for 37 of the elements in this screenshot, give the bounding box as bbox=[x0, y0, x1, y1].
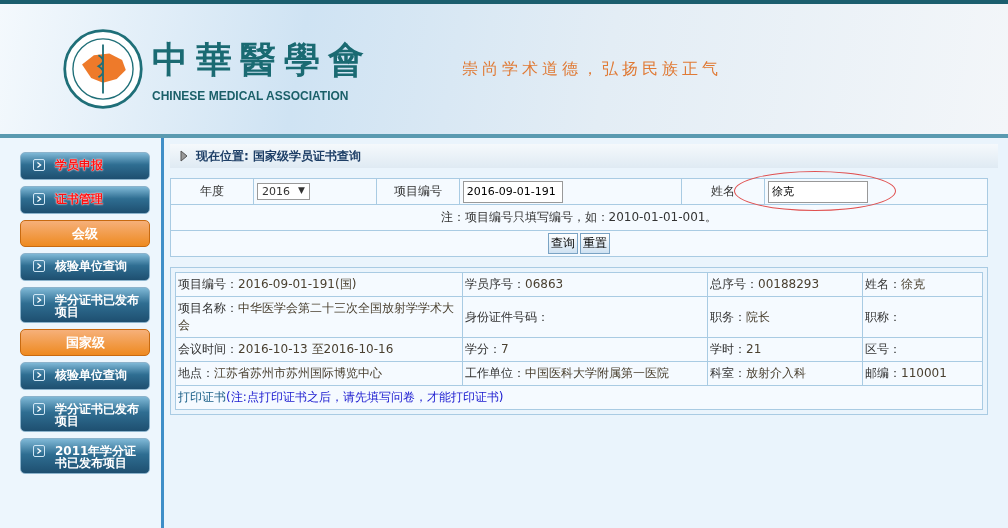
result-field: 职务：院长 bbox=[710, 309, 770, 324]
chevron-icon bbox=[33, 159, 45, 171]
chevron-icon bbox=[33, 294, 45, 306]
association-emblem-icon bbox=[62, 28, 144, 110]
sidebar-section-header: 会级 bbox=[20, 220, 150, 247]
input-field[interactable]: 徐克 bbox=[768, 180, 869, 203]
logo-title: 中華醫學會 bbox=[152, 36, 372, 82]
form-button[interactable]: 重置 bbox=[580, 233, 610, 254]
chevron-icon bbox=[33, 369, 45, 381]
print-note: (注:点打印证书之后，请先填写问卷，才能打印证书) bbox=[226, 390, 504, 404]
chevron-icon bbox=[33, 260, 45, 272]
sidebar-item[interactable]: 核验单位查询 bbox=[20, 362, 150, 390]
slogan: 崇尚学术道德，弘扬民族正气 bbox=[462, 58, 722, 80]
sidebar-item[interactable]: 学分证书已发布项目 bbox=[20, 396, 150, 432]
sidebar-item[interactable]: 核验单位查询 bbox=[20, 253, 150, 281]
result-field: 学分：7 bbox=[465, 342, 509, 356]
chevron-icon bbox=[33, 193, 45, 205]
print-certificate-link[interactable]: 打印证书 bbox=[178, 390, 226, 404]
triangle-icon bbox=[180, 150, 188, 162]
breadcrumb: 现在位置: 国家级学员证书查询 bbox=[196, 147, 361, 165]
result-field: 区号： bbox=[865, 342, 901, 356]
sidebar-item[interactable]: 学分证书已发布项目 bbox=[20, 287, 150, 323]
logo-subtitle: CHINESE MEDICAL ASSOCIATION bbox=[152, 88, 350, 103]
result-field: 职称： bbox=[865, 309, 901, 324]
sidebar-item[interactable]: 2011年学分证书已发布项目 bbox=[20, 438, 150, 474]
result-field: 学时：21 bbox=[710, 342, 762, 356]
form-button[interactable]: 查询 bbox=[548, 233, 578, 254]
sidebar-section-header: 国家级 bbox=[20, 329, 150, 356]
field-label: 姓名 bbox=[681, 178, 765, 205]
chevron-icon bbox=[33, 445, 45, 457]
hint-text: 注：项目编号只填写编号，如：2010-01-01-001。 bbox=[440, 210, 718, 224]
field-label: 项目编号 bbox=[376, 178, 460, 205]
year-select[interactable]: 2016 ▼ bbox=[257, 183, 310, 200]
field-label: 年度 bbox=[170, 178, 254, 205]
result-field: 身份证件号码： bbox=[465, 309, 549, 324]
chevron-icon bbox=[33, 403, 45, 415]
input-field[interactable]: 2016-09-01-191 bbox=[462, 180, 563, 203]
